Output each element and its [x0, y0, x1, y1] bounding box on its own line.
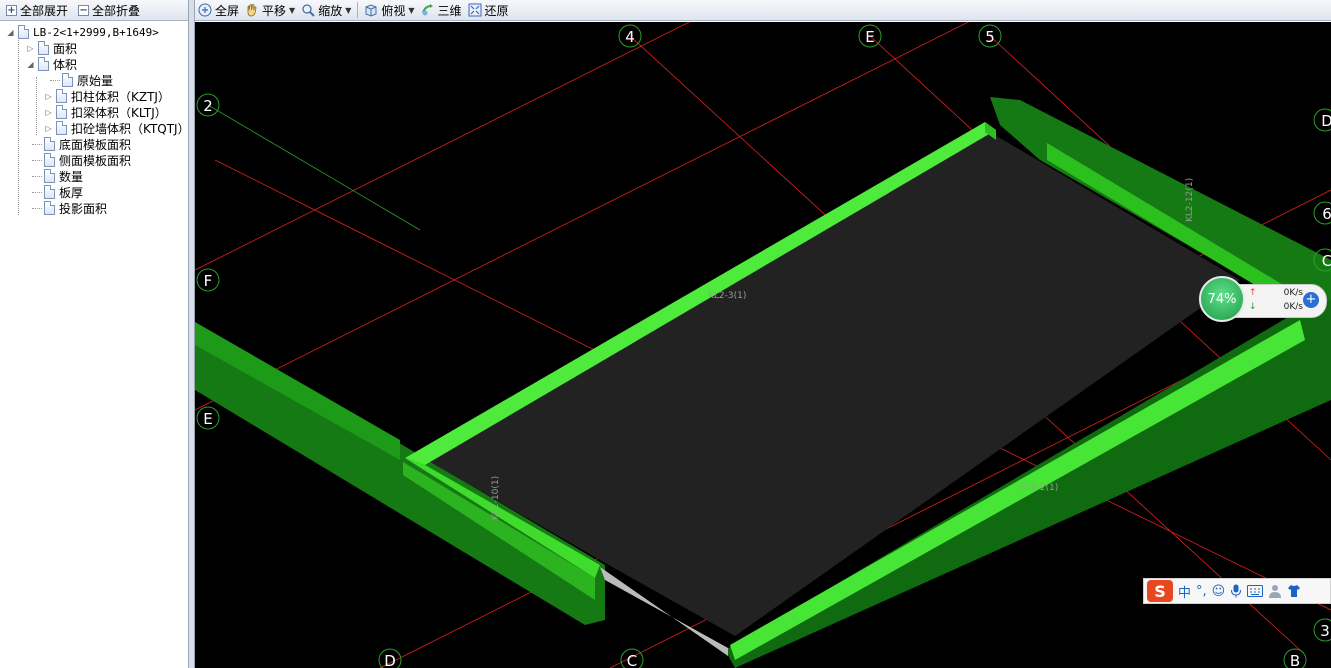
- document-icon: [18, 25, 29, 39]
- axis-label-e: E: [865, 28, 874, 46]
- dropdown-arrow-icon[interactable]: ▼: [289, 6, 295, 15]
- skin-shirt-icon[interactable]: [1287, 584, 1301, 598]
- collapse-toggle-icon[interactable]: ◢: [6, 28, 15, 37]
- axis-label-e-left: E: [203, 410, 212, 428]
- expand-toggle-icon[interactable]: ▷: [44, 124, 53, 133]
- beam-label-bottom: KL2-2(1): [1020, 483, 1058, 493]
- tree-item-volume[interactable]: ◢ 体积: [26, 56, 77, 72]
- add-button-icon[interactable]: +: [1303, 292, 1319, 308]
- plus-icon: +: [6, 4, 17, 16]
- axis-label-6: 6: [1322, 205, 1331, 223]
- tree-item-slab-thickness[interactable]: 板厚: [44, 184, 83, 200]
- three-d-button[interactable]: 三维: [421, 1, 462, 19]
- tree-toolbar: + 全部展开 − 全部折叠: [0, 0, 188, 21]
- magnifier-icon: [302, 4, 315, 17]
- tree-root[interactable]: ◢ LB-2<1+2999,B+1649>: [6, 24, 159, 40]
- download-speed: 0K/s: [1283, 302, 1303, 312]
- axis-label-f: F: [204, 272, 213, 290]
- beam-label-left: KL2-10(1): [491, 476, 501, 520]
- punctuation-toggle[interactable]: °,: [1196, 584, 1207, 599]
- rotate-3d-icon: [421, 4, 433, 16]
- document-icon: [44, 185, 55, 199]
- tree-item-bottom-formwork[interactable]: 底面模板面积: [44, 136, 131, 152]
- microphone-icon[interactable]: [1230, 584, 1242, 598]
- document-icon: [44, 137, 55, 151]
- document-icon: [44, 153, 55, 167]
- toolbar-separator: [357, 2, 359, 18]
- axis-label-d: D: [1321, 112, 1331, 130]
- network-speed-widget[interactable]: 74% ↑ 0K/s ↓ 0K/s +: [1199, 276, 1327, 322]
- component-tree-panel: + 全部展开 − 全部折叠 ◢ LB-2<1+2999,B+1649> ▷ 面积…: [0, 0, 190, 668]
- tree-item-deduct-beam[interactable]: ▷ 扣梁体积（KLTJ）: [44, 104, 167, 120]
- document-icon: [56, 105, 67, 119]
- ime-toolbar: S 中 °, ☺: [1143, 578, 1331, 604]
- fullscreen-icon: [198, 3, 212, 17]
- dropdown-arrow-icon[interactable]: ▼: [408, 6, 414, 15]
- tree-item-deduct-wall[interactable]: ▷ 扣砼墙体积（KTQTJ）: [44, 120, 190, 136]
- axis-label-d-bottom: D: [384, 652, 396, 668]
- axis-label-b: B: [1290, 652, 1300, 668]
- axis-line-green: [207, 104, 421, 231]
- restore-button[interactable]: 还原: [468, 1, 509, 19]
- document-icon: [44, 201, 55, 215]
- document-icon: [38, 41, 49, 55]
- tree-item-area[interactable]: ▷ 面积: [26, 40, 77, 56]
- hand-icon: [247, 4, 257, 17]
- dropdown-arrow-icon[interactable]: ▼: [345, 6, 351, 15]
- top-view-button[interactable]: 俯视 ▼: [364, 1, 415, 19]
- collapse-toggle-icon[interactable]: ◢: [26, 60, 35, 69]
- restore-view-icon: [468, 3, 482, 17]
- upload-speed: 0K/s: [1283, 288, 1303, 298]
- sogou-logo-icon[interactable]: S: [1147, 580, 1173, 602]
- beam-label-right: KL2-12(1): [1185, 178, 1195, 222]
- tree-item-original-quantity[interactable]: 原始量: [62, 72, 113, 88]
- cube-icon: [365, 4, 377, 17]
- view-toolbar: 全屏 平移 ▼ 缩放 ▼ 俯视 ▼ 三维 还原: [195, 0, 1331, 21]
- document-icon: [56, 121, 67, 135]
- tree-item-side-formwork[interactable]: 侧面模板面积: [44, 152, 131, 168]
- axis-label-2: 2: [203, 97, 213, 115]
- keyboard-icon[interactable]: [1247, 585, 1264, 597]
- axis-label-5: 5: [985, 28, 995, 46]
- document-icon: [62, 73, 73, 87]
- expand-toggle-icon[interactable]: ▷: [44, 92, 53, 101]
- ime-mode-toggle[interactable]: 中: [1178, 582, 1191, 601]
- 3d-scene[interactable]: 4 E 5 D 6 C 2 F E D C 3 B KL2-3(1) KL2-2…: [195, 22, 1331, 668]
- quantity-tree: ◢ LB-2<1+2999,B+1649> ▷ 面积 ◢ 体积 原始量 ▷ 扣柱…: [0, 21, 190, 216]
- emoji-icon[interactable]: ☺: [1212, 584, 1226, 599]
- 3d-viewport[interactable]: 4 E 5 D 6 C 2 F E D C 3 B KL2-3(1) KL2-2…: [195, 22, 1331, 668]
- tree-item-deduct-column[interactable]: ▷ 扣柱体积（KZTJ）: [44, 88, 170, 104]
- tree-item-projected-area[interactable]: 投影面积: [44, 200, 107, 216]
- expand-toggle-icon[interactable]: ▷: [44, 108, 53, 117]
- minus-icon: −: [78, 4, 90, 16]
- document-icon: [44, 169, 55, 183]
- zoom-button[interactable]: 缩放 ▼: [301, 1, 351, 19]
- axis-label-3: 3: [1320, 622, 1330, 640]
- collapse-all-button[interactable]: − 全部折叠: [75, 1, 143, 19]
- expand-all-button[interactable]: + 全部展开: [3, 1, 71, 19]
- fullscreen-button[interactable]: 全屏: [198, 1, 239, 19]
- document-icon: [38, 57, 49, 71]
- tree-item-count[interactable]: 数量: [44, 168, 83, 184]
- pan-button[interactable]: 平移 ▼: [245, 1, 295, 19]
- document-icon: [56, 89, 67, 103]
- axis-label-c: C: [1322, 252, 1331, 270]
- memory-usage-ball[interactable]: 74%: [1199, 276, 1245, 322]
- axis-label-4: 4: [625, 28, 635, 46]
- beam-label-top: KL2-3(1): [708, 291, 746, 301]
- expand-toggle-icon[interactable]: ▷: [26, 44, 35, 53]
- axis-label-c-bottom: C: [627, 652, 637, 668]
- user-icon[interactable]: [1268, 584, 1282, 598]
